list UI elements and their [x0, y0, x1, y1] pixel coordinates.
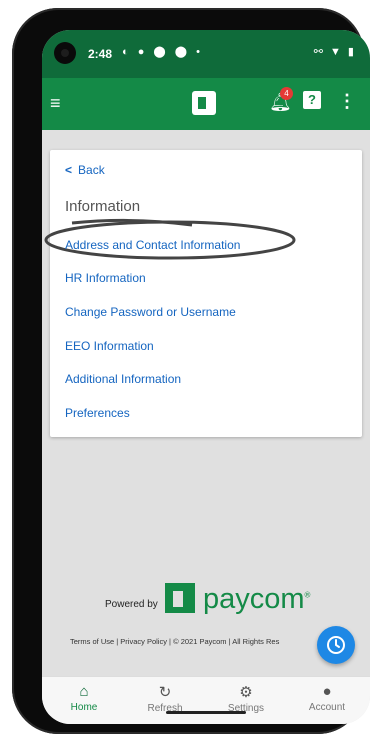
camera-hole	[54, 42, 76, 64]
gesture-home-bar[interactable]	[166, 711, 246, 714]
status-bar: 2:48 ◐ ● ⬤ ⬤ • ⚯ ▼ ▮	[42, 30, 370, 78]
clock-fab-button[interactable]	[317, 626, 355, 664]
link-preferences[interactable]: Preferences	[65, 406, 130, 420]
tab-account[interactable]: ● Account	[297, 683, 357, 713]
screen: 2:48 ◐ ● ⬤ ⬤ • ⚯ ▼ ▮ ≡ 🔔︎ 4 ? ⋮ < Back In…	[42, 30, 370, 724]
paycom-logo-icon	[192, 91, 216, 115]
link-additional-information[interactable]: Additional Information	[65, 372, 181, 386]
status-notification-icons: ◐ ● ⬤ ⬤ •	[122, 46, 203, 58]
home-icon: ⌂	[79, 683, 89, 700]
information-card: < Back Information Address and Contact In…	[44, 150, 362, 437]
tab-settings[interactable]: ⚙ Settings	[216, 683, 276, 714]
tab-home-label: Home	[70, 702, 98, 713]
status-system-icons: ⚯ ▼ ▮	[313, 46, 356, 58]
trademark-symbol: ®	[304, 590, 311, 600]
refresh-icon: ↻	[158, 684, 172, 701]
page-title: Information	[65, 198, 141, 215]
more-vert-icon[interactable]: ⋮	[338, 91, 356, 112]
back-link[interactable]: < Back	[65, 163, 105, 177]
gear-icon: ⚙	[239, 684, 253, 701]
hamburger-icon[interactable]: ≡	[50, 93, 61, 114]
tab-refresh[interactable]: ↻ Refresh	[135, 683, 195, 714]
link-eeo-information[interactable]: EEO Information	[65, 339, 154, 353]
brand-name: paycom	[203, 583, 305, 615]
phone-frame: 2:48 ◐ ● ⬤ ⬤ • ⚯ ▼ ▮ ≡ 🔔︎ 4 ? ⋮ < Back In…	[12, 8, 370, 734]
link-address-contact[interactable]: Address and Contact Information	[65, 238, 240, 252]
link-change-password[interactable]: Change Password or Username	[65, 305, 236, 319]
notification-badge: 4	[280, 87, 293, 100]
back-label: Back	[78, 163, 105, 177]
app-bar: ≡ 🔔︎ 4 ? ⋮	[42, 78, 370, 130]
link-hr-information[interactable]: HR Information	[65, 271, 146, 285]
tab-home[interactable]: ⌂ Home	[54, 683, 114, 713]
paycom-wordmark: paycom®	[203, 583, 310, 616]
footer-legal-links[interactable]: Terms of Use | Privacy Policy | © 2021 P…	[70, 637, 279, 646]
status-time: 2:48	[88, 47, 113, 61]
powered-by-label: Powered by	[105, 599, 158, 610]
paycom-mark-icon	[165, 583, 195, 613]
bottom-navigation: ⌂ Home ↻ Refresh ⚙ Settings ● Account	[42, 676, 370, 724]
tab-account-label: Account	[308, 702, 346, 713]
help-icon[interactable]: ?	[303, 91, 321, 109]
clock-icon	[327, 636, 345, 654]
account-icon: ●	[322, 683, 332, 700]
chevron-left-icon: <	[65, 163, 73, 177]
